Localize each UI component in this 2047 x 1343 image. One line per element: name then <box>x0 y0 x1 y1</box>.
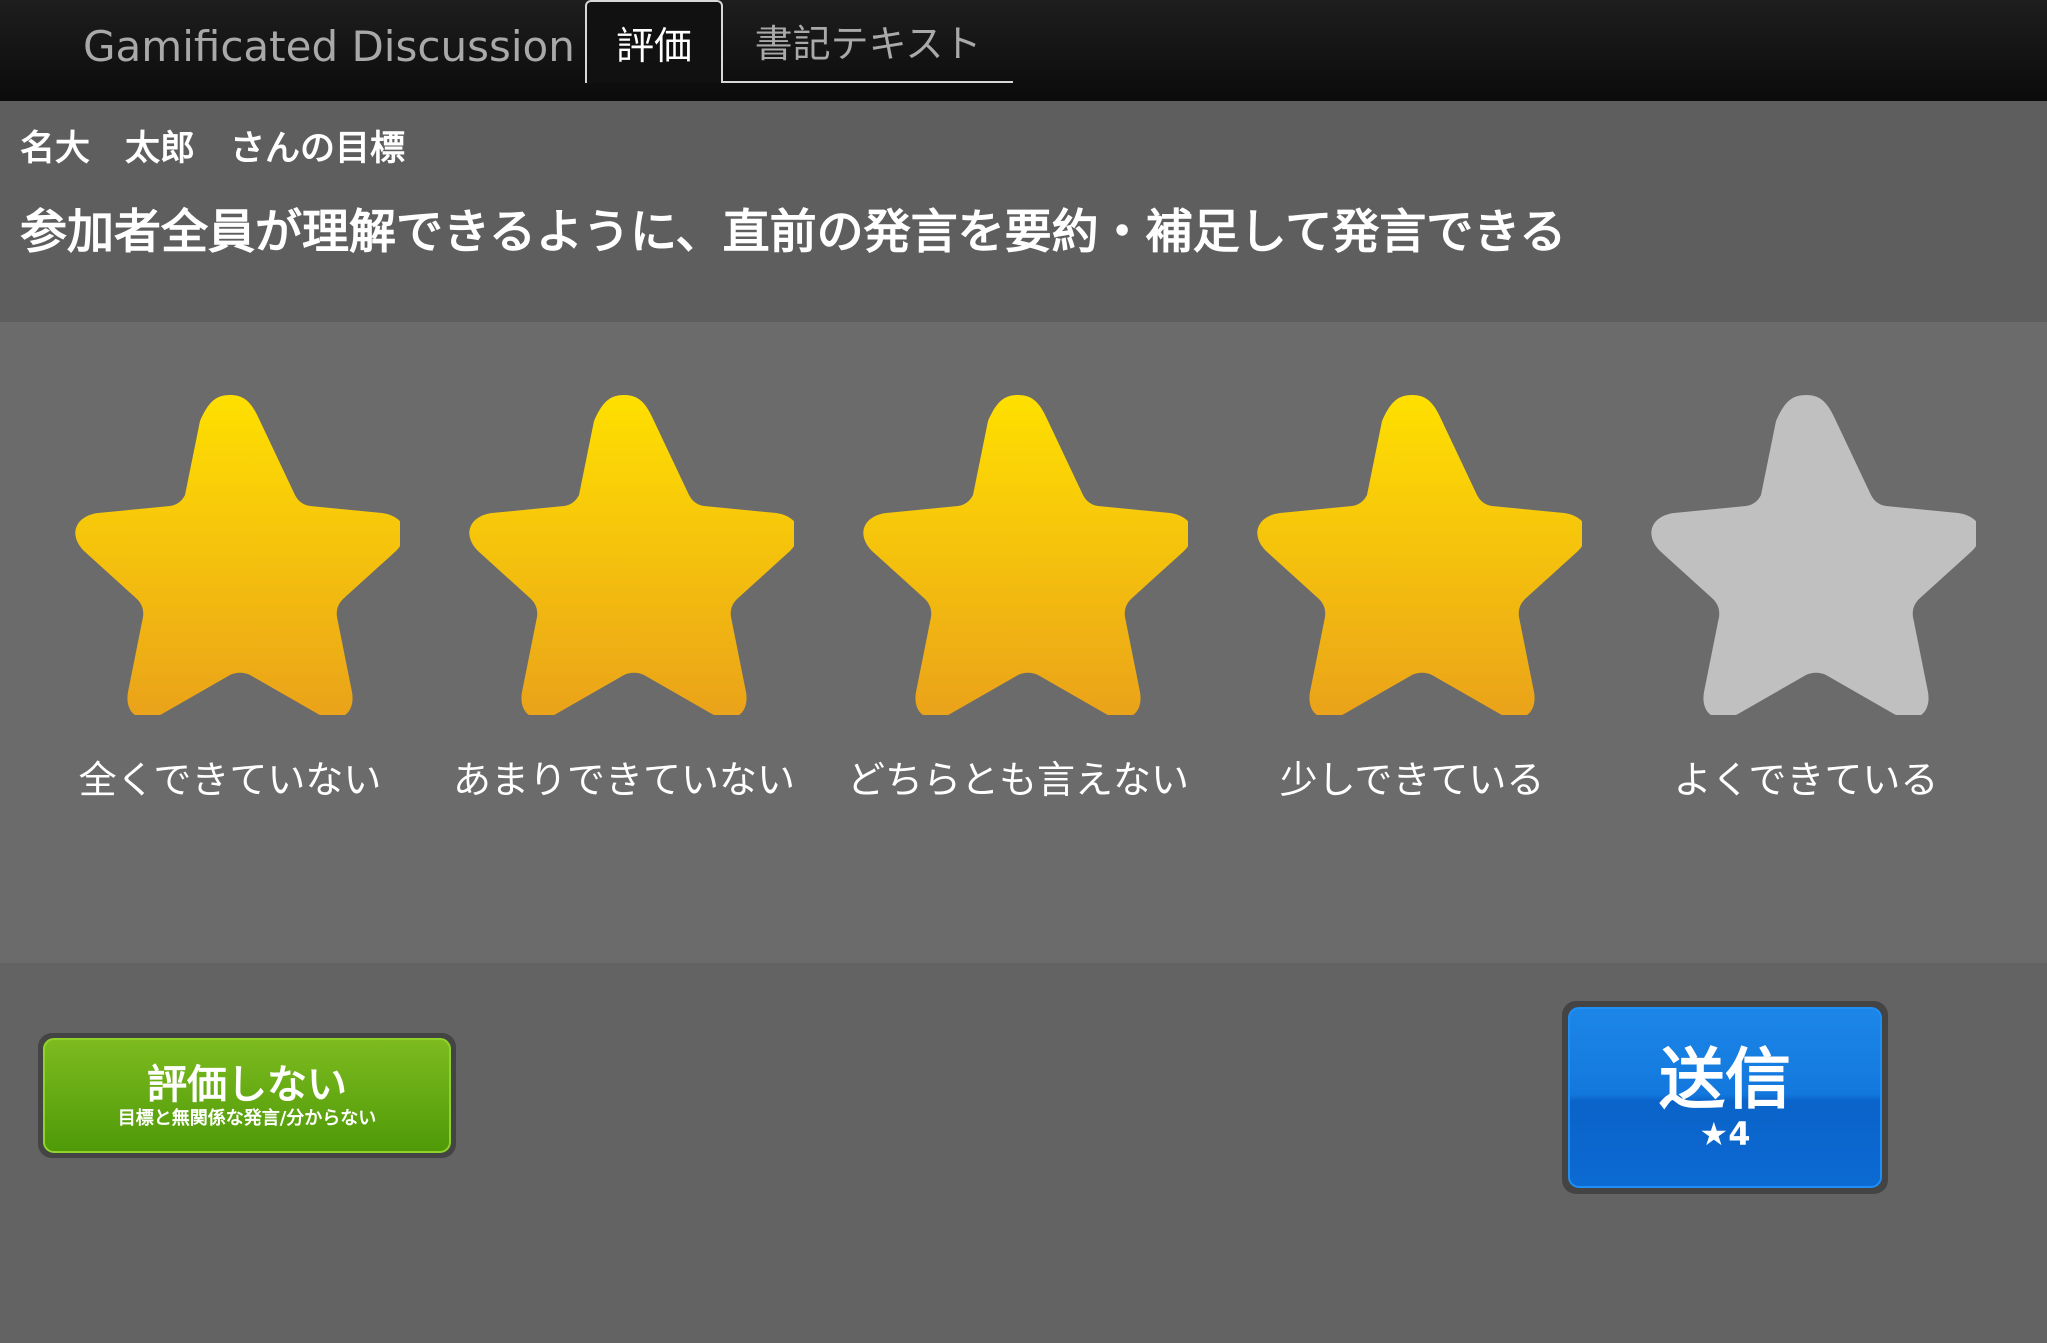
skip-evaluation-button-face: 評価しない 目標と無関係な発言/分からない <box>43 1038 451 1153</box>
star-icon <box>863 395 1188 715</box>
rating-option-3[interactable]: どちらとも言えない <box>821 385 1215 805</box>
skip-button-sublabel: 目標と無関係な発言/分からない <box>117 1107 377 1129</box>
rating-option-label: あまりできていない <box>452 758 795 802</box>
goal-owner: 名大 太郎 さんの目標 <box>20 129 406 169</box>
rating-option-1[interactable]: 全くできていない <box>33 385 427 805</box>
star-icon <box>1257 395 1582 715</box>
rating-option-2[interactable]: あまりできていない <box>427 385 821 805</box>
send-button-label: 送信 <box>1659 1040 1791 1118</box>
send-button-rating: ★4 <box>1699 1114 1751 1153</box>
goal-text: 参加者全員が理解できるように、直前の発言を要約・補足して発言できる <box>20 205 1567 260</box>
rating-option-5[interactable]: よくできている <box>1609 385 2003 805</box>
star-icon <box>1651 395 1976 715</box>
send-button-face: 送信 ★4 <box>1568 1007 1882 1188</box>
rating-option-label: 少しできている <box>1279 758 1545 802</box>
skip-button-label: 評価しない <box>147 1061 347 1108</box>
star-icon <box>75 395 400 715</box>
skip-evaluation-button[interactable]: 評価しない 目標と無関係な発言/分からない <box>38 1033 456 1158</box>
rating-option-label: どちらとも言えない <box>846 758 1189 802</box>
app-title: Gamificated Discussion <box>83 22 575 71</box>
rating-option-label: 全くできていない <box>78 758 382 802</box>
rating-option-label: よくできている <box>1673 758 1939 802</box>
star-icon <box>469 395 794 715</box>
top-bar: Gamificated Discussion 評価 書記テキスト <box>0 0 2047 101</box>
rating-option-4[interactable]: 少しできている <box>1215 385 1609 805</box>
tab-secretary-text[interactable]: 書記テキスト <box>723 0 1013 83</box>
tab-evaluation[interactable]: 評価 <box>585 0 723 83</box>
send-button[interactable]: 送信 ★4 <box>1562 1001 1888 1194</box>
